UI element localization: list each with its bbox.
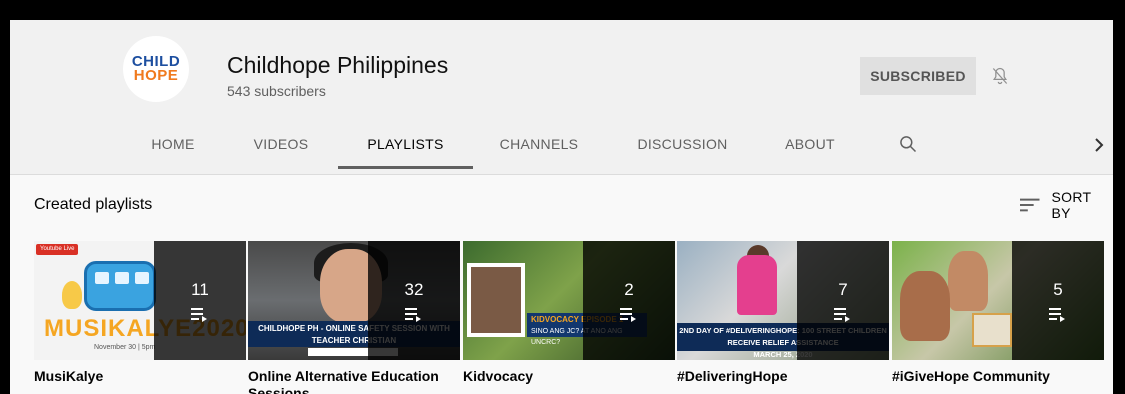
playlist-thumbnail[interactable]: 5 (892, 241, 1104, 360)
playlist-icon (191, 307, 207, 322)
video-count: 7 (838, 279, 848, 299)
youtube-channel-page: CHILD HOPE Childhope Philippines 543 sub… (10, 20, 1113, 394)
playlist-count-overlay: 2 (583, 241, 675, 360)
tab-videos[interactable]: VIDEOS (246, 120, 316, 168)
playlist-icon (620, 307, 636, 322)
bell-off-icon[interactable] (990, 65, 1010, 87)
channel-avatar[interactable]: CHILD HOPE (123, 36, 189, 102)
search-icon[interactable] (898, 134, 918, 154)
chevron-right-icon[interactable] (1092, 137, 1106, 153)
thumbnail-date-text: November 30 | 5pm (94, 344, 156, 351)
person-figure (948, 251, 988, 311)
playlist-title[interactable]: Kidvocacy (463, 368, 675, 385)
video-count: 32 (404, 279, 424, 299)
live-badge: Youtube Live (36, 244, 79, 255)
playlist-card[interactable]: Youtube Live MUSIKALYE2020 November 30 |… (34, 241, 246, 385)
playlist-icon (1049, 307, 1065, 322)
channel-tabs: HOME VIDEOS PLAYLISTS CHANNELS DISCUSSIO… (10, 120, 1113, 169)
playlist-card[interactable]: KIDVOCACY EPISODE 1 SINO ANG JC? AT ANO … (463, 241, 675, 385)
polaroid-photo (467, 263, 525, 337)
playlist-title[interactable]: Online Alternative Education Sessions (248, 368, 460, 394)
video-count: 2 (624, 279, 634, 299)
playlist-icon (405, 307, 421, 322)
subscribed-button[interactable]: SUBSCRIBED (860, 57, 976, 95)
person-figure (900, 271, 950, 341)
tab-channels[interactable]: CHANNELS (494, 120, 584, 168)
video-count: 5 (1053, 279, 1063, 299)
sort-by-button[interactable]: SORT BY (1020, 189, 1113, 221)
playlist-count-overlay: 32 (368, 241, 460, 360)
channel-name: Childhope Philippines (227, 52, 449, 78)
playlist-icon (834, 307, 850, 322)
person-figure (737, 255, 777, 315)
playlist-count-overlay: 11 (154, 241, 246, 360)
subscriber-count: 543 subscribers (227, 83, 326, 99)
playlist-thumbnail[interactable]: KIDVOCACY EPISODE 1 SINO ANG JC? AT ANO … (463, 241, 675, 360)
avatar-text-line2: HOPE (133, 67, 179, 84)
playlist-thumbnail[interactable]: 2ND DAY OF #DELIVERINGHOPE: 100 STREET C… (677, 241, 889, 360)
tab-discussion[interactable]: DISCUSSION (630, 120, 735, 168)
bus-illustration (84, 261, 156, 311)
playlist-title[interactable]: MusiKalye (34, 368, 246, 385)
playlist-card[interactable]: 2ND DAY OF #DELIVERINGHOPE: 100 STREET C… (677, 241, 889, 385)
playlist-thumbnail[interactable]: CHILDHOPE PH - ONLINE SAFETY SESSION WIT… (248, 241, 460, 360)
playlist-title[interactable]: #iGiveHope Community (892, 368, 1104, 385)
playlist-count-overlay: 7 (797, 241, 889, 360)
sort-by-label: SORT BY (1051, 189, 1092, 221)
playlist-title[interactable]: #DeliveringHope (677, 368, 889, 385)
sort-icon (1020, 198, 1040, 212)
mascot-illustration (62, 281, 82, 309)
channel-header: CHILD HOPE Childhope Philippines 543 sub… (10, 20, 1113, 175)
playlist-card[interactable]: 5 #iGiveHope Community (892, 241, 1104, 385)
playlist-thumbnail[interactable]: Youtube Live MUSIKALYE2020 November 30 |… (34, 241, 246, 360)
playlist-card[interactable]: CHILDHOPE PH - ONLINE SAFETY SESSION WIT… (248, 241, 460, 394)
playlist-count-overlay: 5 (1012, 241, 1104, 360)
video-count: 11 (191, 279, 209, 299)
relief-box (972, 313, 1012, 347)
section-title: Created playlists (34, 196, 153, 213)
tab-home[interactable]: HOME (140, 120, 206, 168)
tab-about[interactable]: ABOUT (776, 120, 844, 168)
tab-playlists[interactable]: PLAYLISTS (338, 120, 473, 169)
